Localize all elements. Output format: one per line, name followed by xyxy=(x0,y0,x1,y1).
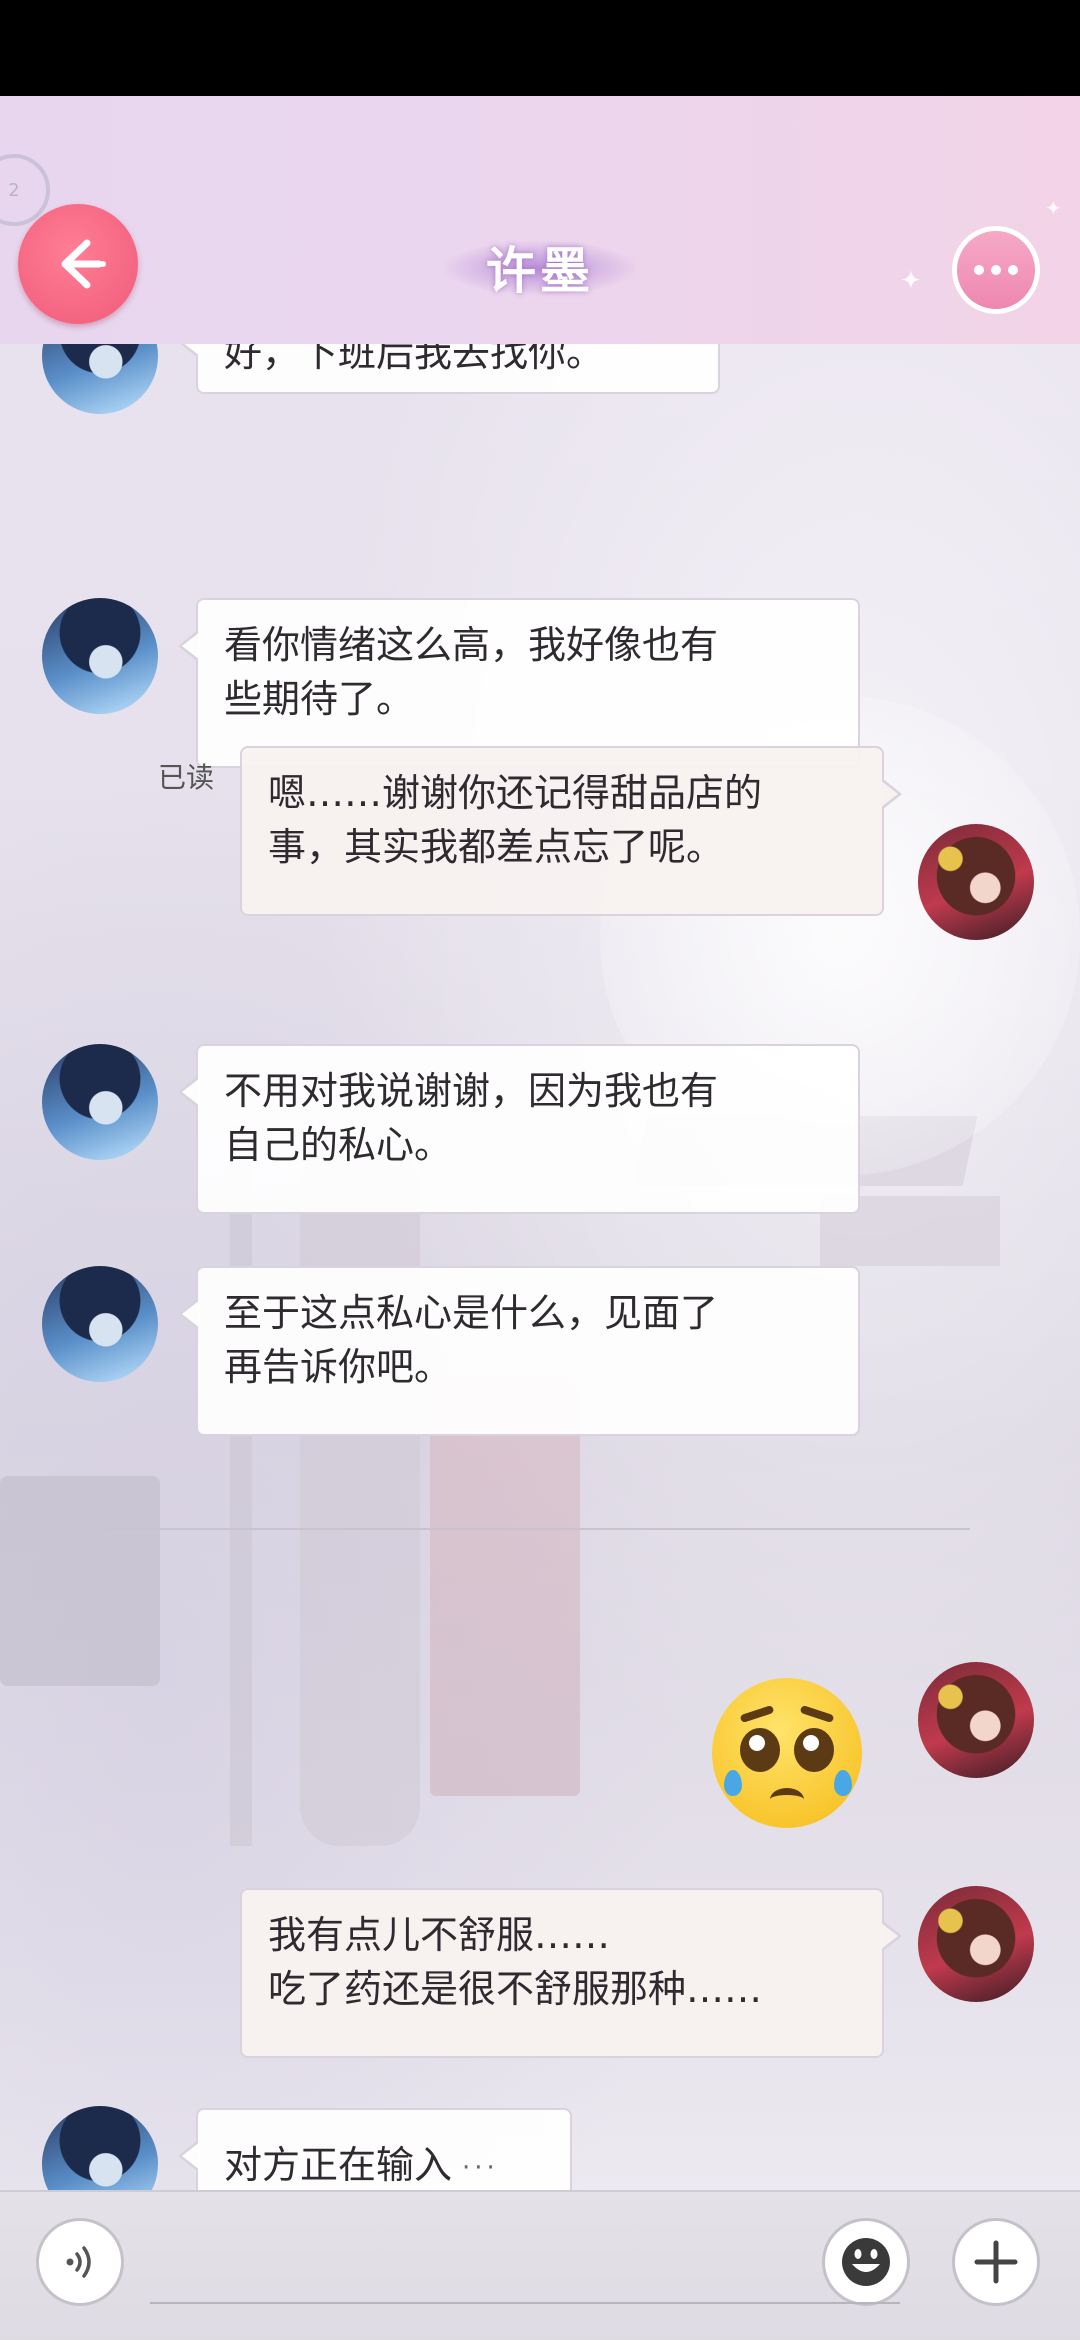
contact-avatar[interactable] xyxy=(42,1266,158,1382)
voice-icon xyxy=(66,2246,91,2278)
more-options-button[interactable] xyxy=(952,226,1040,314)
status-bar xyxy=(0,0,1080,96)
read-receipt: 已读 xyxy=(158,761,215,794)
emoji-tear xyxy=(724,1770,742,1796)
user-avatar[interactable] xyxy=(918,824,1034,940)
emoji-eye xyxy=(740,1728,780,1772)
chat-header: 2 许墨 ✦ ✦ xyxy=(0,96,1080,344)
corner-badge-text: 2 xyxy=(8,179,20,201)
message-bubble[interactable]: 我有点儿不舒服…… 吃了药还是很不舒服那种…… xyxy=(240,1888,902,2058)
typing-dots: ··· xyxy=(462,2152,499,2183)
add-button[interactable] xyxy=(952,2218,1040,2306)
more-dot-icon xyxy=(1008,265,1018,275)
more-dot-icon xyxy=(991,265,1001,275)
emoji-tear xyxy=(834,1770,852,1796)
typing-indicator-text: 对方正在输入 xyxy=(224,2143,453,2187)
message-bubble[interactable]: 看你情绪这么高，我好像也有 些期待了。 xyxy=(178,598,860,768)
contact-avatar[interactable] xyxy=(42,1044,158,1160)
emoji-mouth xyxy=(770,1788,804,1811)
emoji-eye xyxy=(794,1728,834,1772)
sparkle-icon: ✦ xyxy=(900,266,922,296)
input-bar xyxy=(0,2190,1080,2340)
time-divider xyxy=(108,1528,970,1530)
message-input[interactable] xyxy=(150,2302,900,2304)
message-list[interactable]: 好，下班后我去找你。 看你情绪这么高，我好像也有 些期待了。 已读 嗯……谢谢你… xyxy=(0,344,1080,2204)
message-bubble[interactable]: 不用对我说谢谢，因为我也有 自己的私心。 xyxy=(178,1044,860,1214)
chat-title-area: 许墨 xyxy=(440,232,640,302)
pleading-face-emoji[interactable] xyxy=(712,1678,862,1828)
message-bubble[interactable]: 至于这点私心是什么，见面了 再告诉你吧。 xyxy=(178,1266,860,1436)
emoji-brow xyxy=(799,1704,835,1724)
chat-screen: 2 许墨 ✦ ✦ 好，下班后我去找你。 看你情绪这么高，我好像也有 些期待了。 … xyxy=(0,96,1080,2340)
user-avatar[interactable] xyxy=(918,1886,1034,2002)
back-button[interactable] xyxy=(18,204,138,324)
sparkle-icon: ✦ xyxy=(1045,196,1062,220)
emoji-icon xyxy=(842,2238,890,2286)
message-bubble[interactable]: 好，下班后我去找你。 xyxy=(178,344,720,394)
voice-button[interactable] xyxy=(36,2218,124,2306)
more-dot-icon xyxy=(974,265,984,275)
emoji-brow xyxy=(739,1704,775,1724)
plus-icon xyxy=(974,2240,1018,2284)
back-arrow-icon xyxy=(61,239,106,289)
message-bubble[interactable]: 嗯……谢谢你还记得甜品店的 事，其实我都差点忘了呢。 xyxy=(240,746,902,916)
contact-avatar[interactable] xyxy=(42,598,158,714)
chat-title: 许墨 xyxy=(486,242,594,300)
user-avatar[interactable] xyxy=(918,1662,1034,1778)
contact-avatar[interactable] xyxy=(42,344,158,414)
emoji-button[interactable] xyxy=(822,2218,910,2306)
